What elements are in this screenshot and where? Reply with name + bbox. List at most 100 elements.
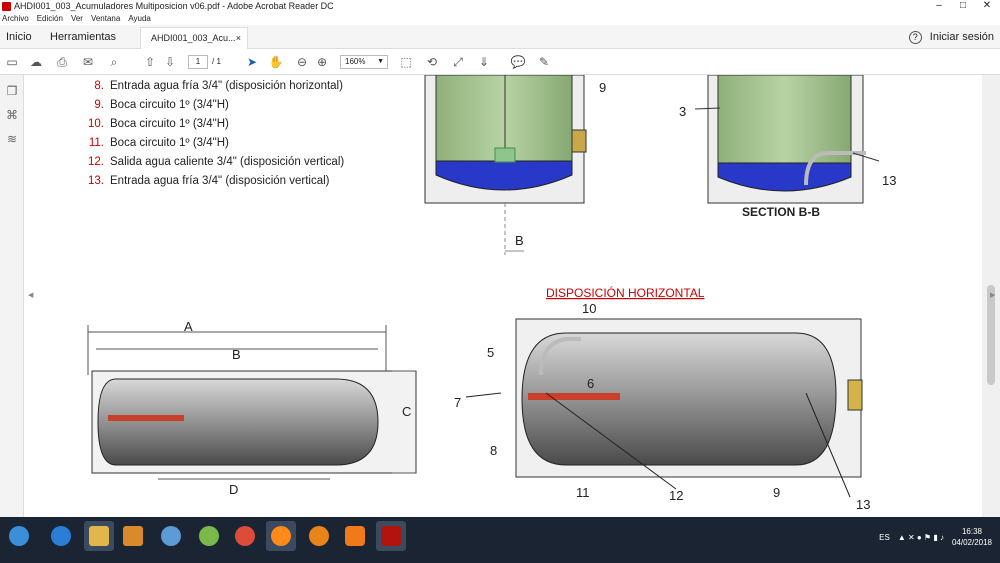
callout-12: 12	[669, 488, 683, 503]
item-text: Boca circuito 1º (3/4"H)	[110, 99, 229, 111]
list-item: 9. Boca circuito 1º (3/4"H)	[82, 96, 344, 115]
menu-ayuda[interactable]: Ayuda	[128, 13, 151, 25]
internet-explorer-icon	[51, 526, 71, 546]
close-window-button[interactable]: ✕	[978, 0, 996, 13]
fit-page-icon[interactable]: ⬚	[398, 54, 414, 70]
horizontal-layout-heading: DISPOSICIÓN HORIZONTAL	[546, 285, 705, 300]
item-text: Boca circuito 1º (3/4"H)	[110, 137, 229, 149]
media-player-icon	[123, 526, 143, 546]
tray-icons[interactable]: ▲ ✕ ● ⚑ ▮ ♪	[898, 533, 944, 542]
signin-link[interactable]: Iniciar sesión	[930, 25, 994, 49]
pdf-page: 9 B 3 13 SECTION B-B DISPOSICIÓN HORIZON…	[36, 75, 980, 517]
menu-ventana[interactable]: Ventana	[91, 13, 120, 25]
fullscreen-icon[interactable]: ⤢	[450, 54, 466, 70]
menu-bar: Archivo Edición Ver Ventana Ayuda	[0, 13, 1000, 25]
dimensioned-tank: A B C D	[87, 319, 417, 497]
doc-tab-label: AHDI001_003_Acu...	[151, 33, 236, 43]
taskbar-mi[interactable]	[340, 521, 370, 551]
acrobat-app-icon	[2, 2, 11, 11]
email-icon[interactable]: ✉	[80, 54, 96, 70]
callout-tank: 5 6 7 8 10 11 12 9 13	[454, 301, 870, 512]
language-indicator[interactable]: ES	[879, 533, 890, 542]
start-button[interactable]	[4, 521, 34, 551]
chrome-icon	[235, 526, 255, 546]
layers-icon[interactable]: ≋	[4, 131, 20, 147]
taskbar-ie[interactable]	[46, 521, 76, 551]
taskbar-app[interactable]	[194, 521, 224, 551]
hand-tool-icon[interactable]: ✋	[268, 54, 284, 70]
menu-ver[interactable]: Ver	[71, 13, 83, 25]
item-number: 10.	[88, 118, 104, 130]
taskbar-chrome[interactable]	[230, 521, 260, 551]
menu-archivo[interactable]: Archivo	[2, 13, 29, 25]
zoom-in-icon[interactable]: ⊕	[314, 54, 330, 70]
collapse-right-icon[interactable]: ▶	[990, 291, 995, 299]
callout-5: 5	[487, 345, 494, 360]
rotate-icon[interactable]: ⟲	[424, 54, 440, 70]
list-item: 13. Entrada agua fría 3/4" (disposición v…	[82, 172, 344, 191]
zoom-value: 160%	[345, 57, 366, 66]
zoom-select[interactable]: 160% ▼	[340, 55, 388, 69]
taskbar-firefox[interactable]	[266, 521, 296, 551]
label-9-top: 9	[599, 80, 606, 95]
item-number: 8.	[94, 80, 104, 92]
attachments-icon[interactable]: ⌘	[4, 107, 20, 123]
label-3: 3	[679, 104, 686, 119]
firefox-icon	[271, 526, 291, 546]
acrobat-icon	[381, 526, 401, 546]
toolbar: ▭ ☁ ⎙ ✉ ⌕ ⇧ ⇩ 1 / 1 ➤ ✋ ⊖ ⊕ 160% ▼ ⬚ ⟲ ⤢…	[0, 49, 1000, 75]
save-icon[interactable]: ▭	[4, 54, 20, 70]
scroll-mode-icon[interactable]: ⇓	[476, 54, 492, 70]
collapse-left-icon[interactable]: ◀	[28, 291, 33, 299]
pages-thumbnail-icon[interactable]: ❐	[4, 83, 20, 99]
dimension-C: C	[402, 404, 411, 419]
next-page-icon[interactable]: ⇩	[162, 54, 178, 70]
sign-pen-icon[interactable]: ✎	[536, 54, 552, 70]
callout-10: 10	[582, 301, 596, 316]
window-controls: – □ ✕	[930, 0, 996, 13]
tab-tools[interactable]: Herramientas	[50, 25, 116, 49]
zoom-out-icon[interactable]: ⊖	[294, 54, 310, 70]
taskbar: ES ▲ ✕ ● ⚑ ▮ ♪ 16:38 04/02/2018	[0, 517, 1000, 563]
select-cursor-icon[interactable]: ➤	[244, 54, 260, 70]
app-icon	[199, 526, 219, 546]
window-title: AHDI001_003_Acumuladores Multiposicion v…	[14, 1, 334, 11]
taskbar-acrobat[interactable]	[376, 521, 406, 551]
upload-icon[interactable]: ☁	[28, 54, 44, 70]
page-number-input[interactable]: 1	[188, 55, 208, 69]
tab-document[interactable]: AHDI001_003_Acu... ×	[140, 27, 248, 49]
comment-icon[interactable]: 💬	[510, 54, 526, 70]
item-number: 9.	[94, 99, 104, 111]
print-icon[interactable]: ⎙	[54, 54, 70, 70]
callout-11: 11	[576, 485, 590, 500]
item-number: 11.	[88, 137, 104, 149]
windows-start-icon	[9, 526, 29, 546]
taskbar-explorer[interactable]	[84, 521, 114, 551]
menu-edicion[interactable]: Edición	[37, 13, 63, 25]
taskbar-ubuntu[interactable]	[304, 521, 334, 551]
list-item: 12. Salida agua caliente 3/4" (disposició…	[82, 153, 344, 172]
scrollbar-thumb[interactable]	[987, 285, 995, 385]
section-title: SECTION B-B	[742, 205, 820, 219]
close-tab-icon[interactable]: ×	[236, 28, 241, 48]
search-icon[interactable]: ⌕	[106, 54, 122, 70]
label-13-top: 13	[882, 173, 896, 188]
clock-time: 16:38	[961, 527, 982, 536]
settings-gear-icon	[309, 526, 329, 546]
taskbar-tool[interactable]	[156, 521, 186, 551]
item-text: Salida agua caliente 3/4" (disposición v…	[110, 156, 345, 168]
item-text: Entrada agua fría 3/4" (disposición vert…	[110, 175, 330, 187]
system-tray: ES ▲ ✕ ● ⚑ ▮ ♪ 16:38 04/02/2018	[879, 520, 992, 554]
taskbar-media[interactable]	[118, 521, 148, 551]
dimension-A: A	[184, 319, 193, 334]
help-icon[interactable]: ?	[908, 30, 922, 44]
prev-page-icon[interactable]: ⇧	[142, 54, 158, 70]
chevron-down-icon: ▼	[377, 58, 384, 65]
maximize-button[interactable]: □	[954, 0, 972, 13]
tab-home[interactable]: Inicio	[6, 25, 32, 49]
minimize-button[interactable]: –	[930, 0, 948, 13]
section-b-b: 3 13 SECTION B-B	[679, 75, 896, 219]
callout-13: 13	[856, 497, 870, 512]
component-list: 8. Entrada agua fría 3/4" (disposición ho…	[82, 77, 344, 191]
clock[interactable]: 16:38 04/02/2018	[952, 526, 992, 548]
